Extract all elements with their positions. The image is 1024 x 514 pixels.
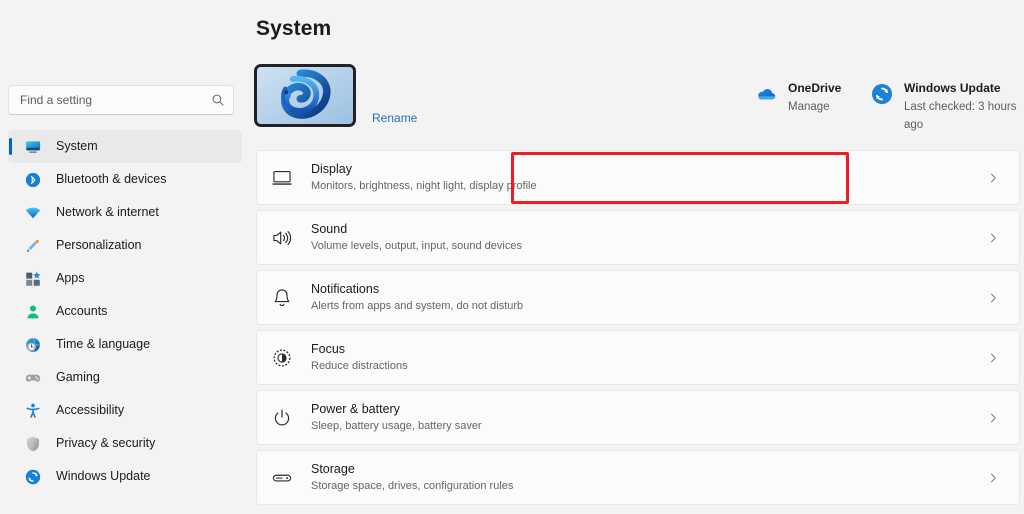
sidebar-item-accessibility[interactable]: Accessibility	[8, 394, 242, 427]
chevron-right-icon[interactable]	[983, 468, 1003, 488]
monitor-icon	[24, 138, 42, 156]
settings-row-sound[interactable]: Sound Volume levels, output, input, sound…	[256, 210, 1020, 265]
settings-row-subtitle: Volume levels, output, input, sound devi…	[311, 239, 522, 252]
status-subtitle: Manage	[788, 101, 830, 113]
sidebar-item-label: Accessibility	[56, 403, 125, 418]
chevron-right-icon[interactable]	[983, 168, 1003, 188]
settings-row-title: Notifications	[311, 281, 380, 296]
settings-row-subtitle: Alerts from apps and system, do not dist…	[311, 299, 524, 312]
settings-row-subtitle: Storage space, drives, configuration rul…	[311, 479, 514, 492]
focus-moon-icon	[271, 347, 293, 369]
drive-icon	[271, 467, 293, 489]
settings-row-storage[interactable]: Storage Storage space, drives, configurat…	[256, 450, 1020, 505]
status-card-onedrive[interactable]: OneDrive Manage	[754, 79, 841, 115]
sidebar-item-label: Accounts	[56, 304, 108, 319]
sidebar-item-label: Personalization	[56, 238, 142, 253]
sidebar-item-windows-update[interactable]: Windows Update	[8, 460, 242, 493]
device-thumbnail-icon	[254, 64, 356, 127]
sidebar-item-label: Time & language	[56, 337, 151, 352]
chevron-right-icon[interactable]	[983, 288, 1003, 308]
sidebar-item-apps[interactable]: Apps	[8, 262, 242, 295]
clock-globe-icon	[24, 336, 42, 354]
sync-icon	[24, 468, 42, 486]
sidebar-item-personalization[interactable]: Personalization	[8, 229, 242, 262]
power-icon	[271, 407, 293, 429]
settings-list: Display Monitors, brightness, night light…	[256, 150, 1020, 510]
chevron-right-icon[interactable]	[983, 348, 1003, 368]
settings-row-title: Power & battery	[311, 401, 400, 416]
settings-row-subtitle: Reduce distractions	[311, 359, 408, 372]
sidebar-item-privacy-security[interactable]: Privacy & security	[8, 427, 242, 460]
rename-link[interactable]: Rename	[372, 111, 417, 125]
apps-grid-icon	[24, 270, 42, 288]
sidebar-item-time-language[interactable]: Time & language	[8, 328, 242, 361]
settings-row-title: Storage	[311, 461, 355, 476]
sidebar-item-label: Gaming	[56, 370, 100, 385]
accessibility-icon	[24, 402, 42, 420]
sidebar-item-bluetooth-devices[interactable]: Bluetooth & devices	[8, 163, 242, 196]
person-icon	[24, 303, 42, 321]
device-header: Rename OneDrive Manage Windows Update La…	[254, 64, 1020, 134]
settings-row-display[interactable]: Display Monitors, brightness, night light…	[256, 150, 1020, 205]
bell-icon	[271, 287, 293, 309]
page-title: System	[256, 17, 332, 40]
sidebar-item-label: Privacy & security	[56, 436, 156, 451]
settings-row-title: Focus	[311, 341, 346, 356]
monitor-outline-icon	[271, 167, 293, 189]
search-container	[8, 85, 234, 115]
sidebar-item-label: Apps	[56, 271, 85, 286]
settings-row-text: Sound Volume levels, output, input, sound…	[311, 222, 983, 254]
status-card-windows-update[interactable]: Windows Update Last checked: 3 hours ago	[870, 79, 1020, 133]
gamepad-icon	[24, 369, 42, 387]
search-input[interactable]	[20, 93, 211, 107]
sidebar-item-label: System	[56, 139, 98, 154]
settings-row-text: Storage Storage space, drives, configurat…	[311, 462, 983, 494]
paintbrush-icon	[24, 237, 42, 255]
bluetooth-icon	[24, 171, 42, 189]
chevron-right-icon[interactable]	[983, 228, 1003, 248]
sidebar-nav: System Bluetooth & devices Network & inter…	[8, 130, 242, 493]
search-box[interactable]	[8, 85, 234, 115]
status-title: Windows Update	[904, 81, 1001, 95]
settings-window: System Bluetooth & devices Network & inter…	[0, 0, 1024, 514]
sidebar-item-label: Bluetooth & devices	[56, 172, 167, 187]
settings-row-text: Notifications Alerts from apps and system…	[311, 282, 983, 314]
settings-row-power-battery[interactable]: Power & battery Sleep, battery usage, bat…	[256, 390, 1020, 445]
sidebar-item-system[interactable]: System	[8, 130, 242, 163]
sidebar: System Bluetooth & devices Network & inter…	[0, 0, 250, 514]
settings-row-title: Display	[311, 161, 352, 176]
shield-icon	[24, 435, 42, 453]
sidebar-item-network-internet[interactable]: Network & internet	[8, 196, 242, 229]
status-subtitle: Last checked: 3 hours ago	[904, 101, 1017, 131]
settings-row-subtitle: Monitors, brightness, night light, displ…	[311, 179, 537, 192]
settings-row-notifications[interactable]: Notifications Alerts from apps and system…	[256, 270, 1020, 325]
sidebar-item-label: Windows Update	[56, 469, 151, 484]
settings-row-subtitle: Sleep, battery usage, battery saver	[311, 419, 482, 432]
settings-row-text: Power & battery Sleep, battery usage, bat…	[311, 402, 983, 434]
search-icon	[211, 93, 225, 107]
speaker-waves-icon	[271, 227, 293, 249]
wifi-icon	[24, 204, 42, 222]
sidebar-item-accounts[interactable]: Accounts	[8, 295, 242, 328]
status-title: OneDrive	[788, 81, 842, 95]
settings-row-title: Sound	[311, 221, 348, 236]
sync-icon	[870, 82, 894, 106]
chevron-right-icon[interactable]	[983, 408, 1003, 428]
settings-row-text: Focus Reduce distractions	[311, 342, 983, 374]
settings-row-text: Display Monitors, brightness, night light…	[311, 162, 983, 194]
sidebar-item-label: Network & internet	[56, 205, 159, 220]
onedrive-cloud-icon	[754, 82, 778, 106]
settings-row-focus[interactable]: Focus Reduce distractions	[256, 330, 1020, 385]
main-content: System Rename OneDrive Manage Windows Up…	[250, 0, 1024, 514]
sidebar-item-gaming[interactable]: Gaming	[8, 361, 242, 394]
